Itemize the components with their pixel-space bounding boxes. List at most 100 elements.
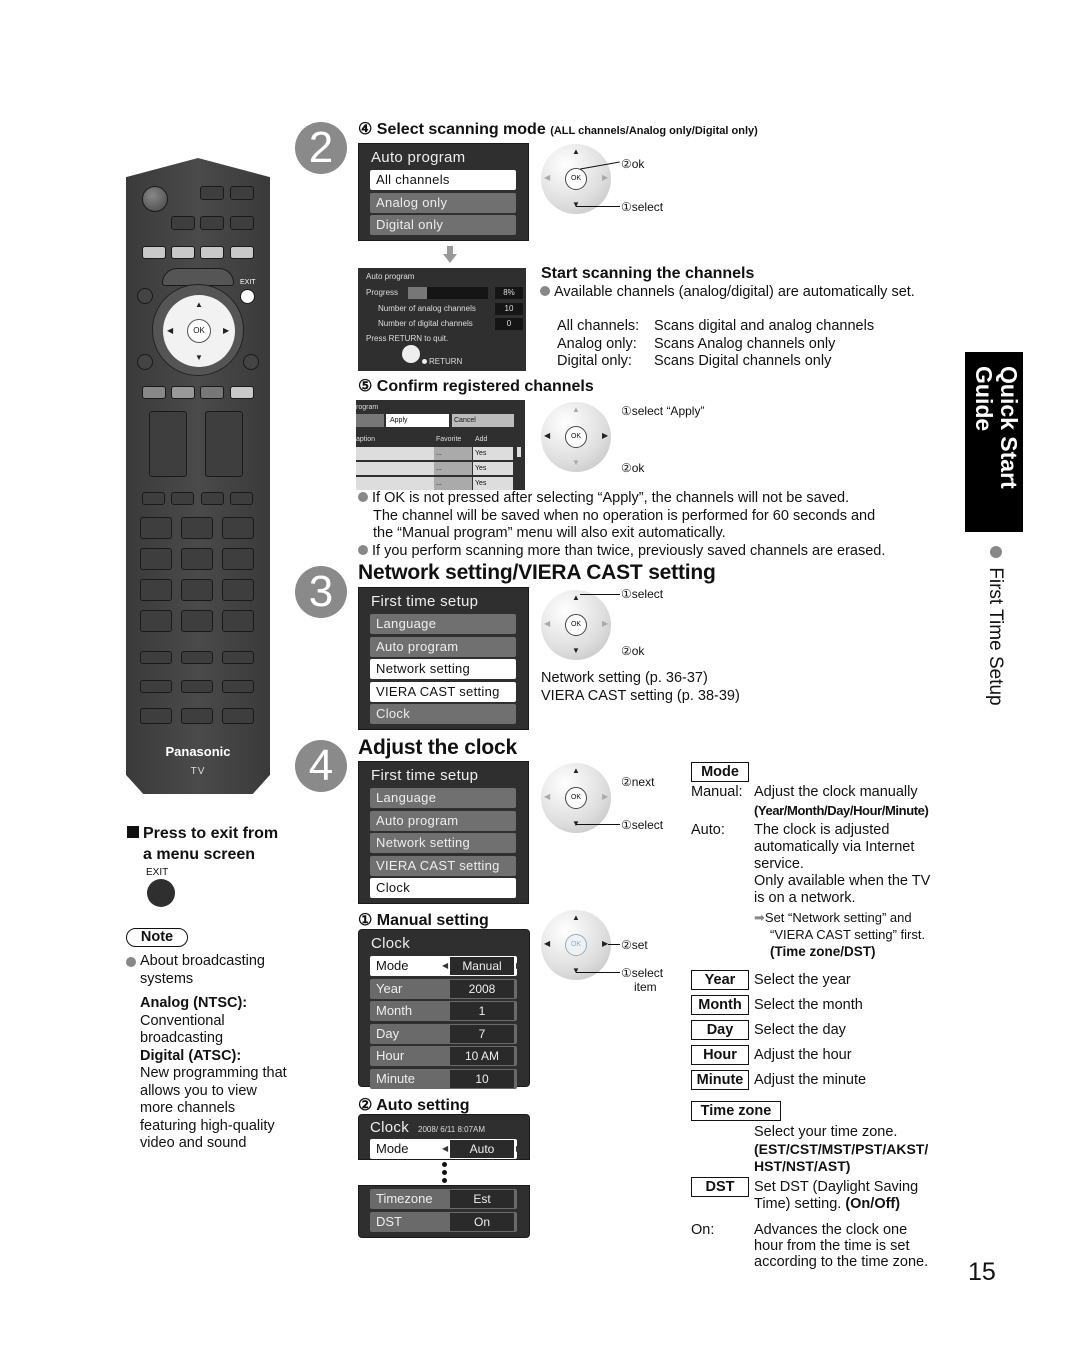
power-button[interactable]	[142, 186, 168, 212]
channel-rocker[interactable]	[205, 411, 243, 477]
channel-row[interactable]	[356, 462, 434, 475]
remote-button[interactable]	[181, 708, 213, 724]
arrow-left-icon[interactable]: ◀	[167, 326, 173, 335]
channel-add[interactable]: Yes	[473, 477, 513, 490]
menu-item-language[interactable]: Language	[370, 614, 516, 634]
arrow-right-icon[interactable]: ▶	[223, 326, 229, 335]
number-button[interactable]	[222, 579, 254, 601]
clock-row-year[interactable]: Year 2008	[370, 978, 517, 999]
scan-mode-row: Digital only: Scans Digital channels only	[557, 353, 874, 371]
menu-item-language[interactable]: Language	[370, 788, 516, 808]
remote-button[interactable]	[171, 246, 195, 259]
remote-button[interactable]	[230, 386, 254, 399]
remote-button[interactable]	[140, 651, 172, 664]
number-button[interactable]	[181, 579, 213, 601]
remote-button[interactable]	[230, 492, 253, 505]
menu-item-analog-only[interactable]: Analog only	[370, 192, 516, 213]
channel-add[interactable]: Yes	[473, 447, 513, 460]
remote-button[interactable]	[201, 492, 224, 505]
remote-button[interactable]	[171, 492, 194, 505]
remote-button[interactable]	[171, 386, 195, 399]
scrollbar[interactable]	[517, 447, 521, 457]
arrow-left-icon[interactable]: ◀	[442, 956, 448, 976]
remote-button[interactable]	[200, 216, 224, 230]
remote-button[interactable]	[200, 186, 224, 200]
volume-rocker[interactable]	[149, 411, 187, 477]
arrow-up-icon[interactable]: ▲	[195, 300, 203, 309]
menu-item-all-channels[interactable]: All channels	[370, 170, 516, 190]
number-button[interactable]	[140, 548, 172, 570]
number-button[interactable]	[181, 548, 213, 570]
remote-button[interactable]	[200, 386, 224, 399]
number-button[interactable]	[140, 517, 172, 539]
menu-item-network-setting[interactable]: Network setting	[370, 659, 516, 679]
remote-button[interactable]	[181, 680, 213, 693]
clock-row-month[interactable]: Month 1	[370, 1001, 517, 1021]
cancel-button[interactable]: Cancel	[452, 414, 514, 427]
remote-button[interactable]	[142, 246, 166, 259]
clock-row-mode[interactable]: Mode ◀ Auto ▶	[370, 1139, 522, 1159]
ref-viera-cast[interactable]: VIERA CAST setting (p. 38-39)	[541, 688, 740, 706]
arrow-down-icon[interactable]: ▼	[195, 353, 203, 362]
clock-row-timezone[interactable]: Timezone Est	[370, 1189, 517, 1209]
ok-button[interactable]: OK	[187, 319, 211, 343]
channel-add[interactable]: Yes	[473, 462, 513, 475]
menu-item-network-setting[interactable]: Network setting	[370, 833, 516, 853]
ok-button[interactable]: OK	[565, 934, 587, 956]
confirm-note: The channel will be saved when no operat…	[373, 507, 876, 524]
number-button[interactable]	[222, 548, 254, 570]
remote-round-button[interactable]	[137, 354, 153, 370]
number-button[interactable]	[140, 610, 172, 632]
remote-button[interactable]	[230, 216, 254, 230]
remote-button[interactable]	[140, 680, 172, 693]
arrow-right-icon[interactable]: ▶	[516, 1139, 522, 1159]
channel-row[interactable]	[356, 447, 434, 460]
clock-row-minute[interactable]: Minute 10	[370, 1068, 517, 1089]
remote-button[interactable]	[142, 492, 165, 505]
ok-button[interactable]: OK	[565, 614, 587, 636]
clock-row-dst[interactable]: DST On	[370, 1211, 517, 1232]
number-button[interactable]	[181, 517, 213, 539]
remote-button[interactable]	[140, 708, 172, 724]
clock-row-mode[interactable]: Mode ◀ Manual ▶	[370, 956, 522, 976]
menu-item-digital-only[interactable]: Digital only	[370, 215, 516, 235]
ok-button[interactable]: OK	[565, 168, 587, 190]
exit-button[interactable]	[240, 289, 255, 304]
arrow-right-icon[interactable]: ▶	[516, 956, 522, 976]
arrow-left-icon[interactable]: ◀	[442, 1139, 448, 1159]
number-button[interactable]	[222, 610, 254, 632]
dpad[interactable]: ▲ ▼ ◀ ▶ OK	[163, 295, 235, 367]
progress-label: Progress	[366, 288, 399, 297]
remote-button[interactable]	[181, 651, 213, 664]
menu-item-auto-program[interactable]: Auto program	[370, 810, 516, 831]
key-hour: Hour	[691, 1044, 749, 1065]
ok-button[interactable]: OK	[565, 787, 587, 809]
menu-item-auto-program[interactable]: Auto program	[370, 636, 516, 657]
side-tab-line2: Guide	[971, 366, 997, 432]
remote-button[interactable]	[200, 246, 224, 259]
row-label: Timezone	[376, 1191, 433, 1206]
callout-select: ①select	[621, 200, 664, 214]
remote-round-button[interactable]	[137, 288, 153, 304]
remote-round-button[interactable]	[243, 354, 259, 370]
remote-button[interactable]	[230, 186, 254, 200]
remote-button[interactable]	[222, 651, 254, 664]
menu-item-clock[interactable]: Clock	[370, 878, 516, 898]
clock-row-hour[interactable]: Hour 10 AM	[370, 1046, 517, 1066]
number-button[interactable]	[140, 579, 172, 601]
remote-button[interactable]	[222, 708, 254, 724]
channel-row[interactable]	[356, 477, 434, 490]
number-button[interactable]	[181, 610, 213, 632]
menu-item-viera-cast[interactable]: VIERA CAST setting	[370, 681, 516, 702]
number-button[interactable]	[222, 517, 254, 539]
ok-button[interactable]: OK	[565, 426, 587, 448]
menu-item-clock[interactable]: Clock	[370, 704, 516, 724]
apply-button[interactable]: Apply	[386, 414, 449, 427]
remote-button[interactable]	[230, 246, 254, 259]
ref-network-setting[interactable]: Network setting (p. 36-37)	[541, 670, 740, 688]
remote-button[interactable]	[171, 216, 195, 230]
menu-item-viera-cast[interactable]: VIERA CAST setting	[370, 855, 516, 876]
remote-button[interactable]	[142, 386, 166, 399]
remote-button[interactable]	[222, 680, 254, 693]
clock-row-day[interactable]: Day 7	[370, 1023, 517, 1044]
